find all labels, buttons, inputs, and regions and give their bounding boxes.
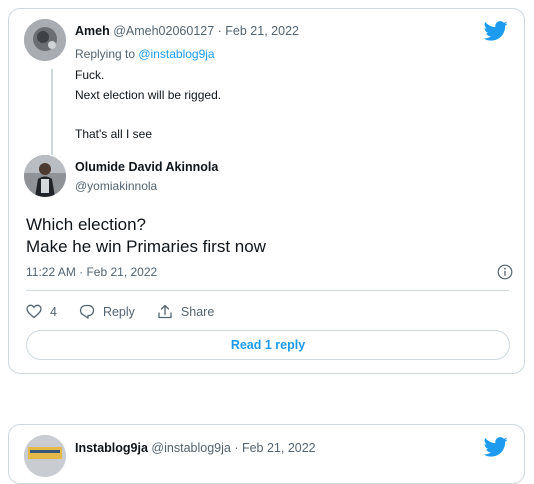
reply-text-line: That's all I see xyxy=(75,127,152,141)
share-button[interactable]: Share xyxy=(157,304,214,319)
tweet-date[interactable]: Feb 21, 2022 xyxy=(225,24,299,38)
tweet-text-line: Make he win Primaries first now xyxy=(26,237,266,256)
tweet-timestamp[interactable]: 11:22 AM · Feb 21, 2022 xyxy=(26,265,157,279)
author-handle[interactable]: @instablog9ja xyxy=(151,441,230,455)
like-count: 4 xyxy=(50,304,57,319)
author-handle[interactable]: @yomiakinnola xyxy=(75,179,157,193)
read-replies-button[interactable]: Read 1 reply xyxy=(26,330,510,360)
reply-author-line: Ameh @Ameh02060127 · Feb 21, 2022 xyxy=(75,24,299,38)
embedded-tweet-card: Ameh @Ameh02060127 · Feb 21, 2022 Replyi… xyxy=(8,8,525,374)
next-author-line: Instablog9ja @instablog9ja · Feb 21, 202… xyxy=(75,441,316,455)
date-separator: · xyxy=(214,24,226,38)
reply-icon xyxy=(79,304,95,319)
tweet-date[interactable]: Feb 21, 2022 xyxy=(242,441,316,455)
read-replies-label: Read 1 reply xyxy=(230,338,306,352)
main-author-handle-line: @yomiakinnola xyxy=(75,179,157,193)
like-button[interactable]: 4 xyxy=(26,304,57,319)
share-label: Share xyxy=(180,304,215,319)
reply-text-line: Next election will be rigged. xyxy=(75,88,222,102)
reply-button[interactable]: Reply xyxy=(79,304,135,319)
thread-connector-line xyxy=(51,69,53,155)
replying-to-handle[interactable]: @instablog9ja xyxy=(138,47,214,61)
replying-to-prefix: Replying to xyxy=(75,47,139,61)
author-name[interactable]: Olumide David Akinnola xyxy=(75,160,218,174)
replying-to-line: Replying to @instablog9ja xyxy=(75,47,215,61)
avatar[interactable] xyxy=(24,435,66,477)
reply-label: Reply xyxy=(102,304,135,319)
share-icon xyxy=(158,304,172,319)
main-author-name-line: Olumide David Akinnola xyxy=(75,160,218,174)
info-icon[interactable] xyxy=(497,264,513,280)
author-name[interactable]: Instablog9ja xyxy=(75,441,148,455)
tweet-text: Which election? Make he win Primaries fi… xyxy=(26,214,266,258)
twitter-bird-icon[interactable] xyxy=(484,437,508,457)
tweet-actions: 4 Reply Share xyxy=(26,304,236,319)
divider xyxy=(26,290,509,291)
avatar[interactable] xyxy=(24,19,66,61)
tweet-text-line: Which election? xyxy=(26,215,147,234)
embedded-tweet-card: Instablog9ja @instablog9ja · Feb 21, 202… xyxy=(8,424,525,484)
date-separator: · xyxy=(230,441,242,455)
author-handle[interactable]: @Ameh02060127 xyxy=(113,24,214,38)
author-name[interactable]: Ameh xyxy=(75,24,110,38)
reply-text-line: Fuck. xyxy=(75,68,105,82)
avatar[interactable] xyxy=(24,155,66,197)
heart-icon xyxy=(26,304,42,319)
twitter-bird-icon[interactable] xyxy=(484,21,508,41)
